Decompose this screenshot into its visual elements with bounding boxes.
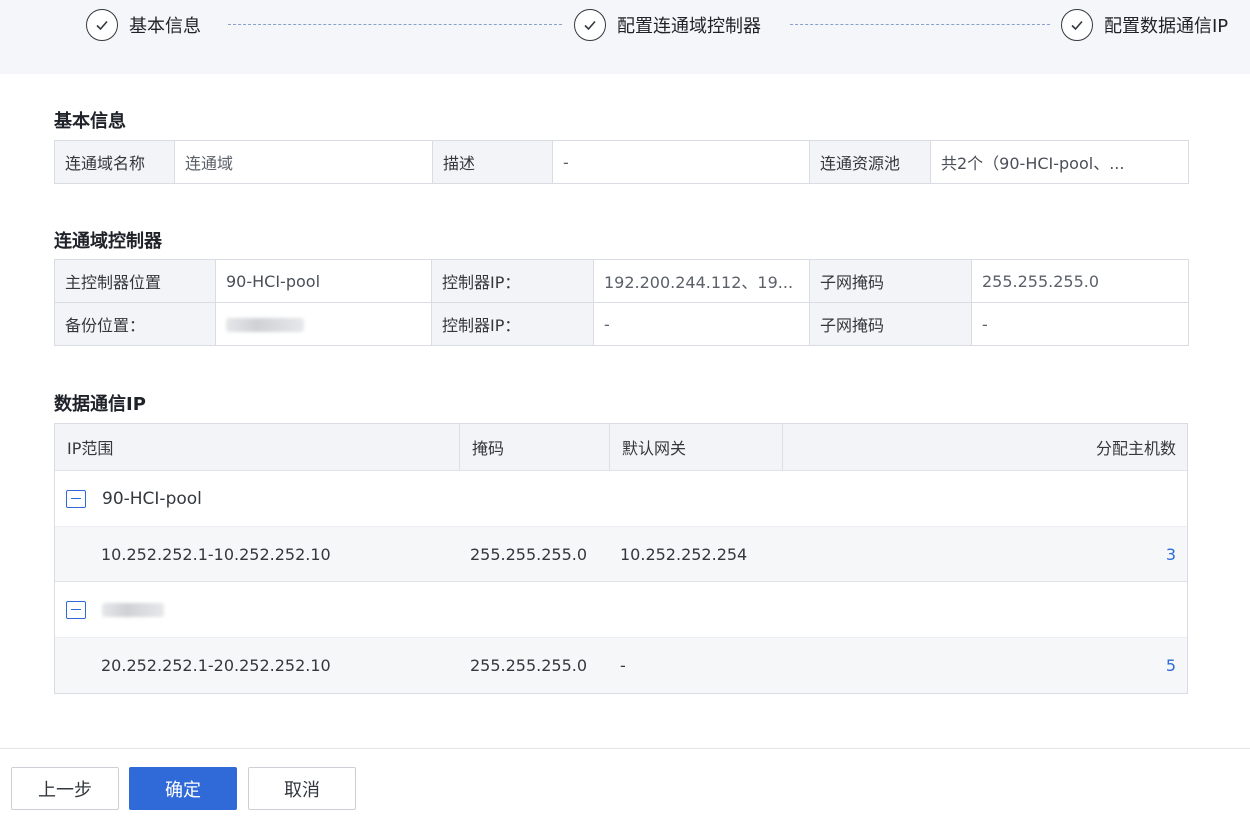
field-value-domain-name: 连通域	[174, 140, 433, 184]
step-basic-info: 基本信息	[86, 9, 201, 41]
stepper: 基本信息 配置连通域控制器 配置数据通信IP	[0, 0, 1250, 74]
step-label: 配置连通域控制器	[617, 16, 761, 37]
check-icon	[574, 9, 606, 41]
field-key-backup-location: 备份位置：	[54, 302, 216, 346]
step-connector	[790, 24, 1050, 25]
step-label: 基本信息	[129, 16, 201, 37]
cell-ip-range: 10.252.252.1-10.252.252.10	[101, 544, 331, 564]
table-row: 20.252.252.1-20.252.252.10 255.255.255.0…	[55, 638, 1187, 693]
field-key-backup-controller-ip: 控制器IP：	[431, 302, 594, 346]
column-host-count: 分配主机数	[1095, 439, 1176, 458]
controller-title: 连通域控制器	[54, 231, 162, 252]
field-key-backup-subnet-mask: 子网掩码	[809, 302, 972, 346]
step-controller: 配置连通域控制器	[574, 9, 761, 41]
table-row: 10.252.252.1-10.252.252.10 255.255.255.0…	[55, 527, 1187, 582]
table-header: IP范围 掩码 默认网关 分配主机数	[55, 424, 1187, 471]
field-value-backup-location	[215, 302, 432, 346]
field-key-description: 描述	[432, 140, 553, 184]
column-ip-range: IP范围	[55, 424, 460, 470]
field-value-backup-controller-ip: -	[593, 302, 810, 346]
check-icon	[1061, 9, 1093, 41]
cell-gateway: -	[620, 656, 626, 675]
data-ip-title: 数据通信IP	[54, 394, 146, 415]
group-name: 90-HCI-pool	[102, 488, 202, 509]
group-row: 90-HCI-pool	[55, 471, 1187, 527]
basic-info-table: 连通域名称 连通域 描述 - 连通资源池 共2个（90-HCI-pool、...	[54, 140, 1189, 184]
field-value-subnet-mask: 255.255.255.0	[971, 259, 1189, 303]
footer-divider	[0, 748, 1250, 749]
collapse-icon[interactable]	[66, 600, 86, 619]
field-key-controller-ip: 控制器IP：	[431, 259, 594, 303]
redacted-text	[226, 318, 304, 332]
column-mask: 掩码	[460, 424, 610, 470]
cell-ip-range: 20.252.252.1-20.252.252.10	[101, 656, 331, 675]
field-value-primary-location: 90-HCI-pool	[215, 259, 432, 303]
cell-mask: 255.255.255.0	[470, 544, 588, 564]
check-icon	[86, 9, 118, 41]
controller-table: 主控制器位置 90-HCI-pool 控制器IP： 192.200.244.11…	[54, 259, 1189, 346]
prev-step-button[interactable]: 上一步	[11, 767, 119, 810]
field-value-description: -	[552, 140, 810, 184]
step-label: 配置数据通信IP	[1104, 16, 1229, 37]
field-value-controller-ip: 192.200.244.112、19...	[593, 259, 810, 303]
column-gateway: 默认网关	[610, 424, 783, 470]
field-key-primary-location: 主控制器位置	[54, 259, 216, 303]
group-row	[55, 582, 1187, 638]
host-count-link[interactable]: 3	[793, 545, 1187, 564]
redacted-text	[102, 602, 164, 617]
cell-gateway: 10.252.252.254	[620, 544, 748, 564]
step-data-ip: 配置数据通信IP	[1061, 9, 1228, 41]
basic-info-title: 基本信息	[54, 111, 126, 132]
step-connector	[228, 24, 562, 25]
collapse-icon[interactable]	[66, 489, 86, 508]
field-value-resource-pool: 共2个（90-HCI-pool、...	[930, 140, 1189, 184]
field-key-resource-pool: 连通资源池	[809, 140, 931, 184]
confirm-button[interactable]: 确定	[129, 767, 237, 810]
cell-mask: 255.255.255.0	[470, 656, 588, 675]
field-key-subnet-mask: 子网掩码	[809, 259, 972, 303]
field-key-domain-name: 连通域名称	[54, 140, 175, 184]
host-count-link[interactable]: 5	[793, 656, 1187, 675]
field-value-backup-subnet-mask: -	[971, 302, 1189, 346]
data-ip-table: IP范围 掩码 默认网关 分配主机数 90-HCI-pool 10.252.25…	[54, 423, 1188, 694]
cancel-button[interactable]: 取消	[248, 767, 356, 810]
